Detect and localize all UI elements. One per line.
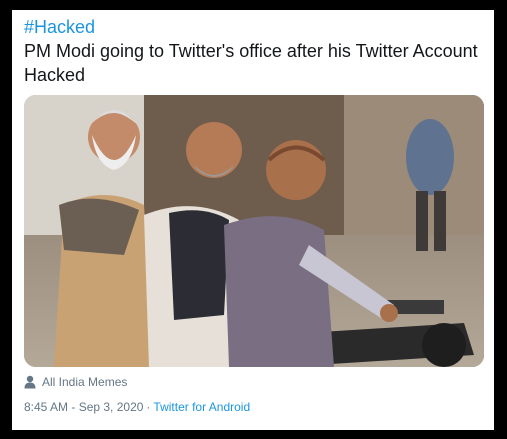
tweet-text: PM Modi going to Twitter's office after … bbox=[24, 41, 478, 85]
tweet-meta: 8:45 AM - Sep 3, 2020 · Twitter for Androi… bbox=[24, 400, 250, 416]
tweet-timestamp[interactable]: 8:45 AM - Sep 3, 2020 bbox=[24, 400, 143, 414]
author-name[interactable]: All India Memes bbox=[42, 375, 127, 389]
meme-photo bbox=[24, 95, 484, 367]
tweet-media[interactable] bbox=[24, 95, 484, 367]
tweet-card: #Hacked PM Modi going to Twitter's offic… bbox=[12, 10, 494, 430]
author-row[interactable]: All India Memes bbox=[24, 373, 127, 391]
meta-separator: · bbox=[146, 400, 151, 414]
user-icon bbox=[24, 375, 36, 389]
tweet-source-link[interactable]: Twitter for Android bbox=[153, 400, 250, 414]
hashtag-link[interactable]: #Hacked bbox=[24, 16, 95, 38]
